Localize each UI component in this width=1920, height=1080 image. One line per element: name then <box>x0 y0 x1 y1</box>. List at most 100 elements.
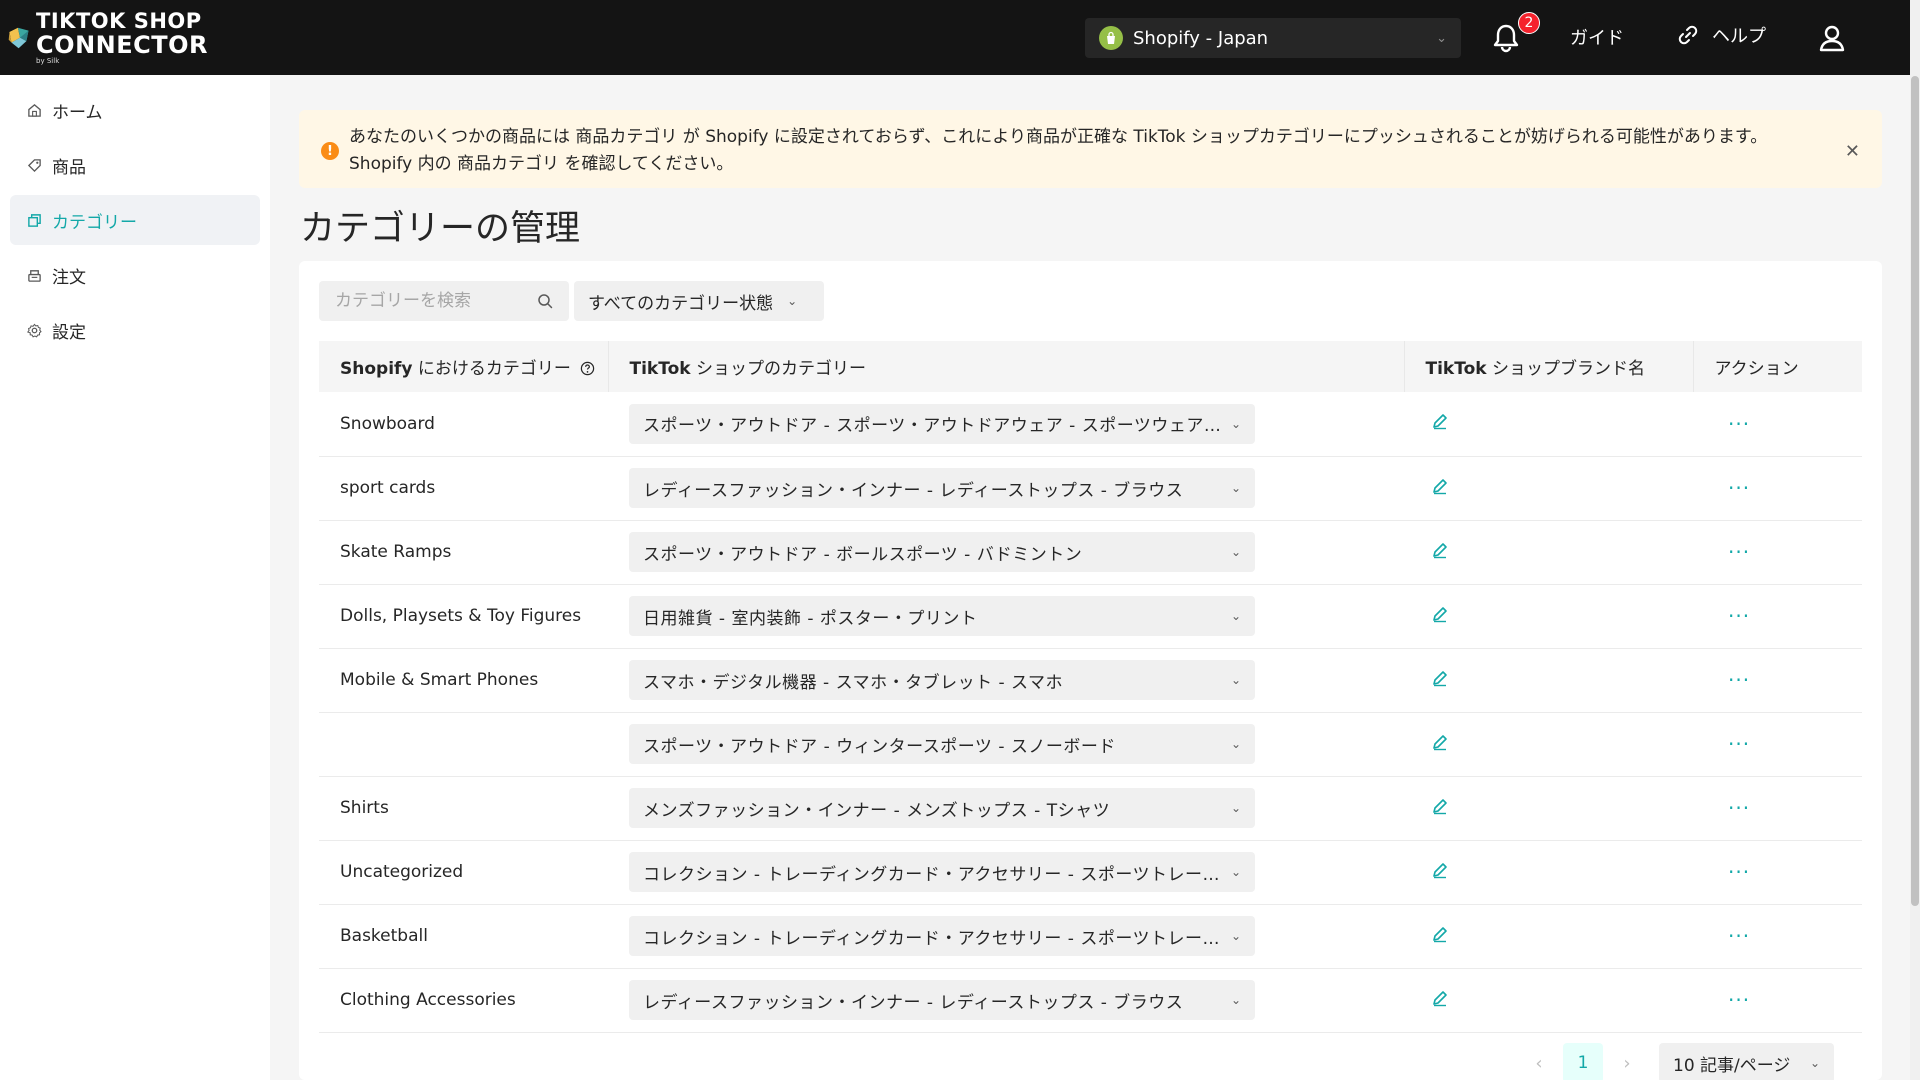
more-actions-icon[interactable]: ··· <box>1728 476 1750 500</box>
more-actions-icon[interactable]: ··· <box>1728 796 1750 820</box>
notification-bell-icon[interactable] <box>1490 22 1522 54</box>
user-icon[interactable] <box>1816 22 1848 54</box>
guide-link[interactable]: ガイド <box>1570 24 1624 50</box>
sidebar-item-home[interactable]: ホーム <box>10 85 260 135</box>
more-actions-icon[interactable]: ··· <box>1728 604 1750 628</box>
tiktok-category-select[interactable]: スポーツ・アウトドア - ボールスポーツ - バドミントン ⌄ <box>629 532 1255 572</box>
edit-icon[interactable] <box>1431 925 1449 943</box>
table-row: Mobile & Smart Phones スマホ・デジタル機器 - スマホ・タブ… <box>319 648 1862 713</box>
tiktok-category-cell: スポーツ・アウトドア - スポーツ・アウトドアウェア - スポーツウェア - ス… <box>608 392 1404 457</box>
page-number[interactable]: 1 <box>1563 1043 1603 1080</box>
more-actions-icon[interactable]: ··· <box>1728 860 1750 884</box>
edit-icon[interactable] <box>1431 605 1449 623</box>
sidebar-item-settings[interactable]: 設定 <box>10 305 260 355</box>
shopify-category: sport cards <box>340 478 436 498</box>
scrollbar-thumb[interactable] <box>1911 76 1919 906</box>
shopify-category-cell <box>319 712 608 777</box>
category-icon <box>26 212 42 228</box>
tiktok-category-cell: スポーツ・アウトドア - ボールスポーツ - バドミントン ⌄ <box>608 520 1404 585</box>
table-row: スポーツ・アウトドア - ウィンタースポーツ - スノーボード ⌄ ··· <box>319 712 1862 777</box>
shopify-category: Shirts <box>340 798 389 818</box>
tiktok-category-value: メンズファッション・インナー - メンズトップス - Tシャツ <box>643 800 1111 821</box>
tiktok-category-select[interactable]: レディースファッション・インナー - レディーストップス - ブラウス ⌄ <box>629 468 1255 508</box>
settings-icon <box>26 322 42 338</box>
tiktok-category-select[interactable]: レディースファッション・インナー - レディーストップス - ブラウス ⌄ <box>629 980 1255 1020</box>
store-select[interactable]: Shopify - Japan ⌄ <box>1085 18 1461 58</box>
header-brand: TikTok ショップブランド名 <box>1404 341 1694 392</box>
next-page-icon[interactable]: › <box>1607 1053 1647 1074</box>
more-actions-icon[interactable]: ··· <box>1728 924 1750 948</box>
action-cell: ··· <box>1693 392 1862 457</box>
shopify-category: Snowboard <box>340 413 435 434</box>
chevron-down-icon: ⌄ <box>1230 865 1241 879</box>
help-circle-icon[interactable] <box>580 361 595 376</box>
shopify-category: Uncategorized <box>340 862 464 882</box>
page-title: カテゴリーの管理 <box>300 209 581 249</box>
chevron-down-icon: ⌄ <box>1230 673 1241 687</box>
tiktok-category-select[interactable]: コレクション - トレーディングカード・アクセサリー - スポーツトレーディング… <box>629 916 1255 956</box>
search-box[interactable] <box>319 281 569 321</box>
action-cell: ··· <box>1693 456 1862 521</box>
chevron-down-icon: ⌄ <box>1230 545 1241 559</box>
sidebar-item-orders[interactable]: 注文 <box>10 250 260 300</box>
sidebar-item-label: 設定 <box>52 322 86 343</box>
tiktok-category-cell: レディースファッション・インナー - レディーストップス - ブラウス ⌄ <box>608 968 1404 1033</box>
logo[interactable]: TIKTOK SHOP CONNECTOR by Silk <box>8 7 208 69</box>
table-row: Snowboard スポーツ・アウトドア - スポーツ・アウトドアウェア - スポ… <box>319 392 1862 457</box>
tiktok-category-value: コレクション - トレーディングカード・アクセサリー - スポーツトレーディング… <box>643 864 1221 885</box>
logo-by: by Silk <box>36 57 60 65</box>
tiktok-category-select[interactable]: 日用雑貨 - 室内装飾 - ポスター・プリント ⌄ <box>629 596 1255 636</box>
more-actions-icon[interactable]: ··· <box>1728 732 1750 756</box>
tiktok-category-value: スポーツ・アウトドア - ボールスポーツ - バドミントン <box>643 544 1083 565</box>
search-icon[interactable] <box>537 293 553 309</box>
edit-icon[interactable] <box>1431 797 1449 815</box>
sidebar-item-products[interactable]: 商品 <box>10 140 260 190</box>
edit-icon[interactable] <box>1431 861 1449 879</box>
tiktok-category-select[interactable]: メンズファッション・インナー - メンズトップス - Tシャツ ⌄ <box>629 788 1255 828</box>
chevron-down-icon: ⌄ <box>1230 416 1241 431</box>
shopify-category-cell: sport cards <box>319 456 608 521</box>
header-tiktok-bold: TikTok <box>629 359 691 379</box>
sidebar-item-label: 商品 <box>52 157 86 178</box>
edit-icon[interactable] <box>1431 989 1449 1007</box>
tiktok-category-select[interactable]: スマホ・デジタル機器 - スマホ・タブレット - スマホ ⌄ <box>629 660 1255 700</box>
more-actions-icon[interactable]: ··· <box>1728 988 1750 1012</box>
more-actions-icon[interactable]: ··· <box>1728 668 1750 692</box>
category-status-filter[interactable]: すべてのカテゴリー状態 ⌄ <box>574 281 824 321</box>
page-size-select[interactable]: 10 記事/ページ ⌄ <box>1659 1043 1834 1080</box>
tiktok-category-cell: スポーツ・アウトドア - ウィンタースポーツ - スノーボード ⌄ <box>608 712 1404 777</box>
prev-page-icon[interactable]: ‹ <box>1519 1053 1559 1074</box>
more-actions-icon[interactable]: ··· <box>1728 540 1750 564</box>
logo-text: TIKTOK SHOP CONNECTOR by Silk <box>36 11 208 65</box>
top-bar: TIKTOK SHOP CONNECTOR by Silk Shopify - … <box>0 0 1910 75</box>
brand-cell <box>1404 456 1693 521</box>
tiktok-category-select[interactable]: スポーツ・アウトドア - ウィンタースポーツ - スノーボード ⌄ <box>629 724 1255 764</box>
shopify-category-cell: Uncategorized <box>319 840 608 905</box>
shopify-category-cell: Shirts <box>319 776 608 841</box>
edit-icon[interactable] <box>1431 412 1449 430</box>
order-icon <box>26 267 42 283</box>
shopify-category: Skate Ramps <box>340 542 452 562</box>
sidebar: ホーム 商品 カテゴリー 注文 設定 <box>0 75 270 1080</box>
more-actions-icon[interactable]: ··· <box>1728 412 1750 436</box>
tiktok-category-select[interactable]: スポーツ・アウトドア - スポーツ・アウトドアウェア - スポーツウェア - ス… <box>629 403 1255 444</box>
tiktok-category-select[interactable]: コレクション - トレーディングカード・アクセサリー - スポーツトレーディング… <box>629 852 1255 892</box>
brand-cell <box>1404 584 1693 649</box>
help-link[interactable]: ヘルプ <box>1676 22 1766 48</box>
edit-icon[interactable] <box>1431 733 1449 751</box>
chevron-down-icon: ⌄ <box>1230 609 1241 623</box>
shopify-bag-icon <box>1099 26 1123 50</box>
shopify-category: Basketball <box>340 926 428 946</box>
tiktok-category-cell: スマホ・デジタル機器 - スマホ・タブレット - スマホ ⌄ <box>608 648 1404 713</box>
search-input[interactable] <box>335 291 525 311</box>
brand-cell <box>1404 520 1693 585</box>
alert-line2: Shopify 内の 商品カテゴリ を確認してください。 <box>349 154 734 174</box>
close-icon[interactable]: ✕ <box>1845 138 1860 165</box>
edit-icon[interactable] <box>1431 669 1449 687</box>
tag-icon <box>26 157 42 173</box>
edit-icon[interactable] <box>1431 541 1449 559</box>
link-icon <box>1678 25 1698 45</box>
edit-icon[interactable] <box>1431 477 1449 495</box>
action-cell: ··· <box>1693 904 1862 969</box>
sidebar-item-category[interactable]: カテゴリー <box>10 195 260 245</box>
